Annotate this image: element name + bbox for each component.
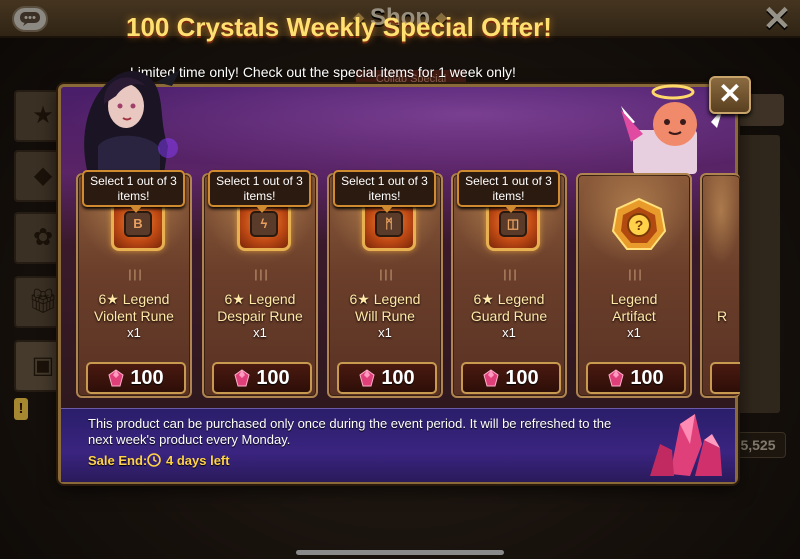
price-amount: 100 [256,366,290,389]
item-name-line1: 6★ Legend [349,291,421,307]
price-button[interactable]: 100 [337,362,437,394]
claw-ornament-icon: ||| [128,267,144,281]
offer-subtitle: Limited time only! Check out the special… [130,64,516,80]
item-quantity: x1 [502,325,516,340]
price-button[interactable]: 100 [461,362,561,394]
crystal-gem-icon [483,369,499,387]
select-limit-tag: Select 1 out of 3 items! [457,170,560,213]
rune-glyph: B [124,211,152,237]
crystal-gem-icon [608,369,624,387]
item-name-line2: Will Rune [355,308,415,324]
item-name-line1: Legend [610,291,658,307]
item-name: R [716,308,728,324]
select-limit-tag: Select 1 out of 3 items! [82,170,185,213]
item-quantity: x1 [253,325,267,340]
clock-icon [147,453,161,467]
artifact-glyph: ? [635,217,644,233]
price-button[interactable]: 100 [586,362,686,394]
crystal-gem-icon [234,369,250,387]
rune-glyph: ◫ [499,211,527,237]
price-amount: 100 [381,366,415,389]
price-amount: 100 [505,366,539,389]
claw-ornament-icon: ||| [254,267,270,281]
item-name: 6★ Legend Violent Rune [78,291,190,325]
item-name-line2: Violent Rune [94,308,174,324]
price-amount: 100 [130,366,164,389]
crystal-gem-icon [108,369,124,387]
item-name-line1: 6★ Legend [224,291,296,307]
item-card[interactable]: ? ||| Legend Artifact x1 100 [576,173,692,398]
item-name: 6★ Legend Guard Rune [453,291,565,325]
price-button[interactable]: 100 [212,362,312,394]
item-name: Legend Artifact [578,291,690,325]
offer-title: 100 Crystals Weekly Special Offer! [126,12,552,42]
sale-end-value: 4 days left [166,453,230,468]
card-highlight [702,175,740,265]
shop-screen: ◆ Shop ◆ ✕ ★ ◆ ✿ 🎁︎ ▣ ! 5,525 Collab Speci… [0,0,800,559]
item-name-line2: Artifact [612,308,656,324]
item-quantity: x1 [127,325,141,340]
claw-ornament-icon: ||| [503,267,519,281]
dark-sorceress-character [84,70,180,174]
sale-end-label: Sale End: [88,453,148,468]
price-amount: 100 [630,366,664,389]
item-name: 6★ Legend Despair Rune [204,291,316,325]
price-button[interactable]: 100 [86,362,186,394]
item-name-line2: Guard Rune [470,308,548,324]
claw-ornament-icon: ||| [379,267,395,281]
item-name: 6★ Legend Will Rune [329,291,441,325]
item-name-line1: 6★ Legend [98,291,170,307]
price-button[interactable] [710,362,740,394]
item-name-line2: Despair Rune [217,308,303,324]
item-name-line1: 6★ Legend [473,291,545,307]
item-card-partial[interactable]: R [700,173,740,398]
claw-ornament-icon: ||| [628,267,644,281]
select-limit-tag: Select 1 out of 3 items! [208,170,311,213]
crystal-gem-icon [359,369,375,387]
artifact-icon: ? [611,197,667,250]
item-quantity: x1 [627,325,641,340]
footer-notice: This product can be purchased only once … [88,416,612,447]
home-indicator[interactable] [296,550,504,555]
rune-glyph: ϟ [250,211,278,237]
close-offer-button[interactable]: ✕ [709,76,751,114]
item-quantity: x1 [378,325,392,340]
select-limit-tag: Select 1 out of 3 items! [333,170,436,213]
crystal-pile-icon [650,414,722,476]
rune-glyph: ᛗ [375,211,403,237]
